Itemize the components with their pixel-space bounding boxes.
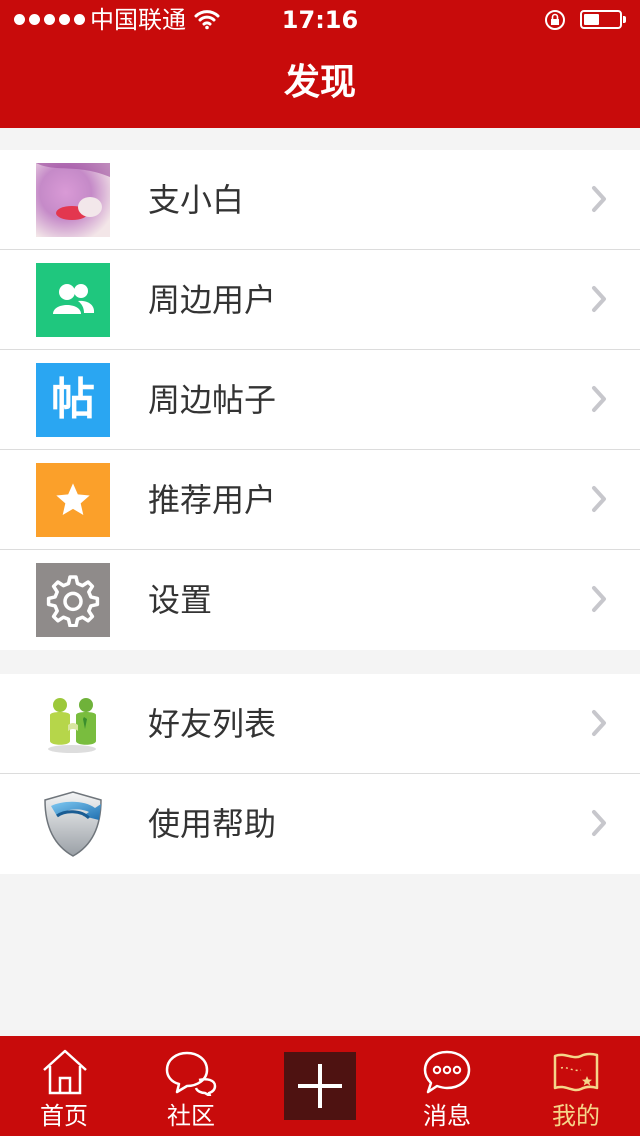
- list-item-nearby-posts[interactable]: 帖 周边帖子: [0, 350, 640, 450]
- list-item-label: 使用帮助: [148, 805, 277, 843]
- gear-icon: [36, 563, 110, 637]
- extra-menu-list: 好友列表 使用帮助: [0, 674, 640, 874]
- list-item-nearby-users[interactable]: 周边用户: [0, 250, 640, 350]
- chevron-right-icon: [592, 186, 606, 212]
- post-icon: 帖: [36, 363, 110, 437]
- top-bar: 中国联通 17:16 发现: [0, 0, 640, 128]
- chevron-right-icon: [592, 810, 606, 836]
- add-post-button[interactable]: [284, 1052, 356, 1120]
- tab-mine[interactable]: 我的: [526, 1036, 626, 1136]
- tab-messages[interactable]: 消息: [397, 1036, 497, 1136]
- list-item-settings[interactable]: 设置: [0, 550, 640, 650]
- tab-label: 社区: [167, 1102, 215, 1130]
- message-icon: [423, 1050, 471, 1094]
- star-icon: [36, 463, 110, 537]
- list-item-label: 推荐用户: [148, 481, 277, 519]
- list-item-label: 好友列表: [148, 705, 277, 743]
- tab-home[interactable]: 首页: [14, 1036, 114, 1136]
- list-item-label: 周边用户: [148, 281, 277, 319]
- list-item-zhixiaobai[interactable]: 支小白: [0, 150, 640, 250]
- tab-label: 我的: [552, 1102, 600, 1130]
- page-title: 发现: [283, 62, 356, 103]
- list-item-help[interactable]: 使用帮助: [0, 774, 640, 874]
- chevron-right-icon: [592, 286, 606, 312]
- list-item-label: 支小白: [148, 181, 245, 219]
- list-item-label: 设置: [148, 581, 213, 619]
- discover-menu-list: 支小白 周边用户 帖 周边帖子 推荐用户 设置: [0, 150, 640, 650]
- plus-icon: [298, 1064, 342, 1108]
- battery-icon: [580, 10, 626, 29]
- status-bar: 中国联通 17:16: [0, 0, 640, 40]
- tab-bar: 首页 社区 消息 我的: [0, 1036, 640, 1136]
- rotation-lock-icon: [545, 10, 565, 30]
- list-item-label: 周边帖子: [148, 381, 277, 419]
- avatar: [36, 163, 110, 237]
- list-item-recommended-users[interactable]: 推荐用户: [0, 450, 640, 550]
- help-shield-icon: [36, 787, 110, 861]
- chevron-right-icon: [592, 386, 606, 412]
- flag-map-icon: [553, 1052, 599, 1092]
- chevron-right-icon: [592, 586, 606, 612]
- chevron-right-icon: [592, 486, 606, 512]
- post-icon-glyph: 帖: [51, 374, 95, 425]
- chevron-right-icon: [592, 710, 606, 736]
- home-icon: [43, 1049, 87, 1095]
- avatar-photo: [36, 163, 110, 237]
- tab-community[interactable]: 社区: [141, 1036, 241, 1136]
- list-item-friends-list[interactable]: 好友列表: [0, 674, 640, 774]
- users-icon: [36, 263, 110, 337]
- friends-icon: [36, 687, 110, 761]
- chat-bubbles-icon: [165, 1051, 217, 1096]
- tab-label: 首页: [40, 1102, 88, 1130]
- tab-label: 消息: [423, 1102, 471, 1130]
